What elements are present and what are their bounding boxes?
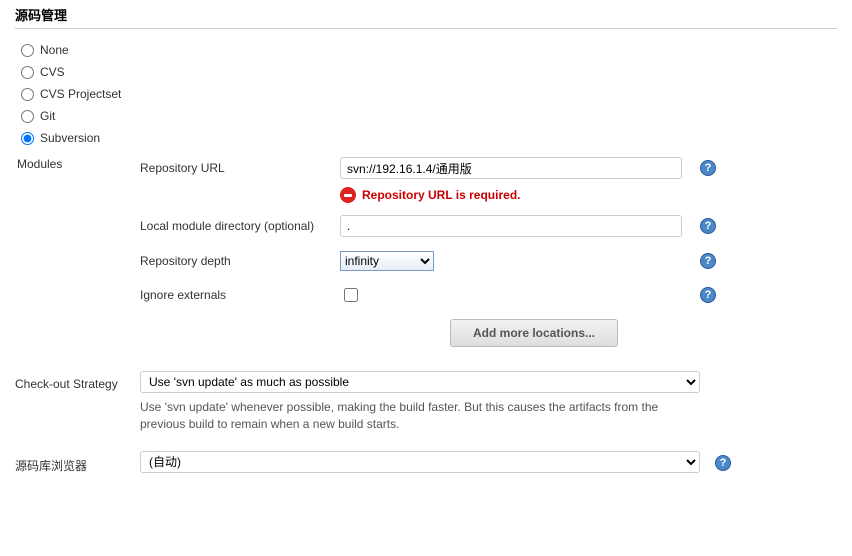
add-more-row: Add more locations... <box>140 319 837 347</box>
radio-input-git[interactable] <box>21 110 34 123</box>
radio-cvs[interactable]: CVS <box>15 61 837 83</box>
repo-url-input[interactable] <box>340 157 682 179</box>
radio-label: None <box>40 43 69 57</box>
repo-url-error: Repository URL is required. <box>340 187 837 203</box>
ignore-externals-checkbox[interactable] <box>344 288 358 302</box>
repo-browser-label: 源码库浏览器 <box>15 451 140 474</box>
help-icon[interactable]: ? <box>700 253 716 269</box>
radio-cvs-projectset[interactable]: CVS Projectset <box>15 83 837 105</box>
radio-input-none[interactable] <box>21 44 34 57</box>
radio-label: CVS Projectset <box>40 87 121 101</box>
depth-select[interactable]: infinity <box>340 251 434 271</box>
error-icon <box>340 187 356 203</box>
add-more-locations-button[interactable]: Add more locations... <box>450 319 618 347</box>
checkout-strategy-hint: Use 'svn update' whenever possible, maki… <box>140 399 700 433</box>
modules-label: Modules <box>15 157 140 353</box>
repo-url-label: Repository URL <box>140 161 340 175</box>
radio-git[interactable]: Git <box>15 105 837 127</box>
help-icon[interactable]: ? <box>700 218 716 234</box>
scm-radio-group: None CVS CVS Projectset Git Subversion <box>15 39 837 149</box>
repo-browser-select[interactable]: (自动) <box>140 451 700 473</box>
section-header: 源码管理 <box>15 5 837 29</box>
ignore-externals-label: Ignore externals <box>140 288 340 302</box>
radio-label: Subversion <box>40 131 100 145</box>
help-icon[interactable]: ? <box>700 160 716 176</box>
local-dir-input[interactable] <box>340 215 682 237</box>
checkout-strategy-label: Check-out Strategy <box>15 371 140 391</box>
local-dir-label: Local module directory (optional) <box>140 219 340 233</box>
checkout-strategy-row: Check-out Strategy Use 'svn update' as m… <box>15 371 837 433</box>
repo-url-row: Repository URL ? <box>140 157 837 179</box>
error-text: Repository URL is required. <box>362 188 520 202</box>
radio-input-cvs[interactable] <box>21 66 34 79</box>
radio-label: Git <box>40 109 55 123</box>
radio-label: CVS <box>40 65 65 79</box>
radio-input-subversion[interactable] <box>21 132 34 145</box>
depth-row: Repository depth infinity ? <box>140 251 837 271</box>
radio-none[interactable]: None <box>15 39 837 61</box>
repo-browser-row: 源码库浏览器 (自动) ? <box>15 451 837 474</box>
help-icon[interactable]: ? <box>700 287 716 303</box>
local-dir-row: Local module directory (optional) ? <box>140 215 837 237</box>
checkout-strategy-select[interactable]: Use 'svn update' as much as possible <box>140 371 700 393</box>
radio-subversion[interactable]: Subversion <box>15 127 837 149</box>
depth-label: Repository depth <box>140 254 340 268</box>
radio-input-cvs-projectset[interactable] <box>21 88 34 101</box>
help-icon[interactable]: ? <box>715 455 731 471</box>
ignore-externals-row: Ignore externals ? <box>140 285 837 305</box>
